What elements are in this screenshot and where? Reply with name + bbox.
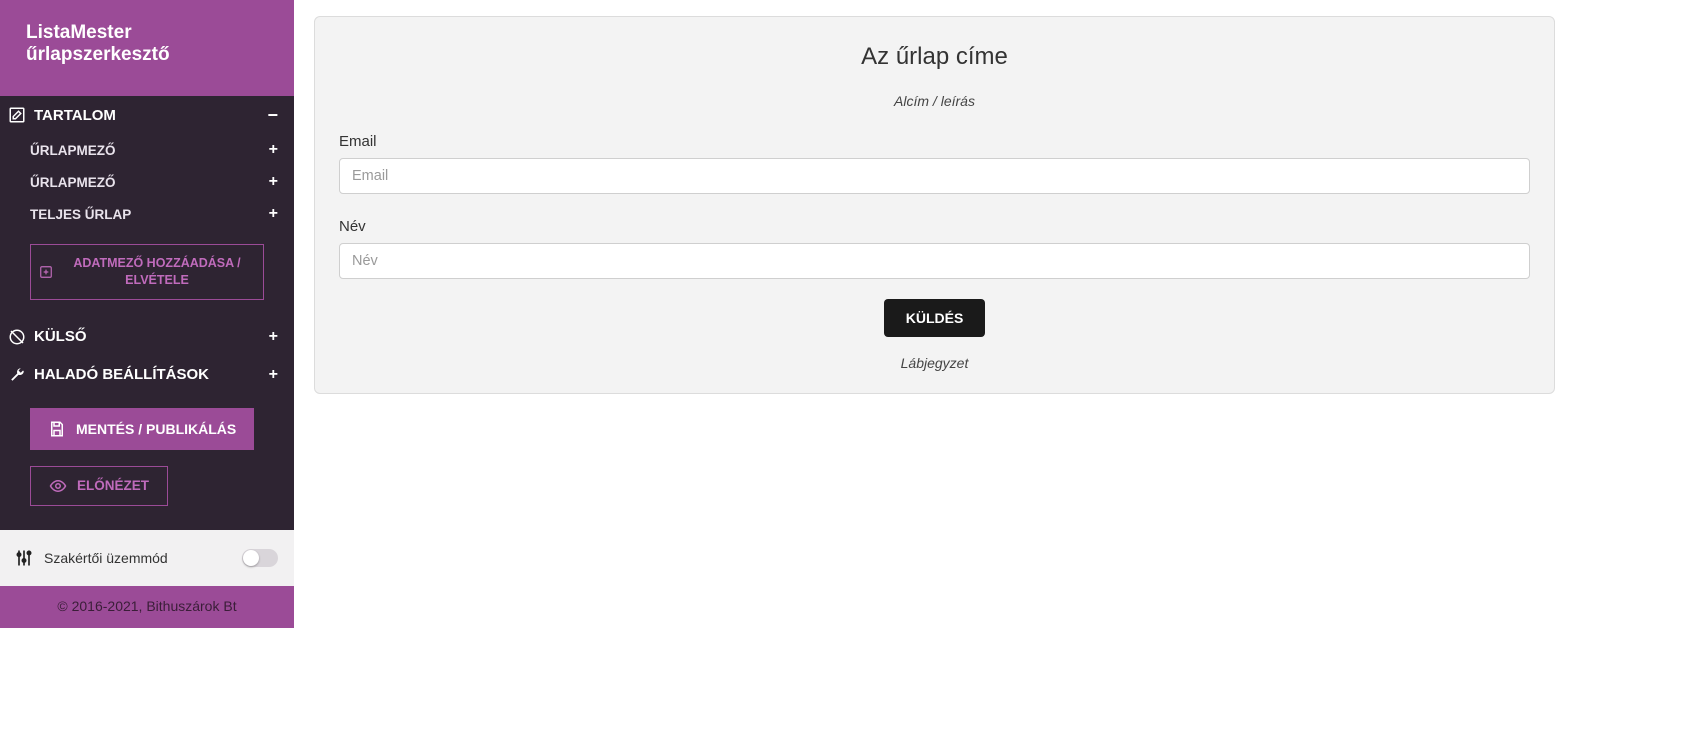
section-header-content[interactable]: TARTALOM −: [0, 96, 294, 134]
plus-icon: +: [269, 142, 278, 158]
plus-icon: +: [269, 174, 278, 190]
email-input[interactable]: [339, 158, 1530, 194]
section-header-label: HALADÓ BEÁLLÍTÁSOK: [34, 366, 209, 383]
form-footnote[interactable]: Lábjegyzet: [339, 355, 1530, 371]
expert-mode-toggle[interactable]: [242, 549, 278, 567]
form-subtitle[interactable]: Alcím / leírás: [339, 93, 1530, 109]
globe-slash-icon: [8, 328, 26, 346]
content-item-full-form[interactable]: TELJES ŰRLAP +: [0, 198, 294, 230]
section-header-appearance[interactable]: KÜLSŐ +: [0, 318, 294, 356]
content-item-label: ŰRLAPMEZŐ: [30, 143, 116, 158]
preview-button[interactable]: ELŐNÉZET: [30, 466, 168, 506]
edit-square-icon: [8, 106, 26, 124]
sidebar: ListaMester űrlapszerkesztő TARTALOM − Ű…: [0, 0, 294, 628]
expert-mode-label: Szakértői üzemmód: [44, 550, 168, 566]
form-field-email[interactable]: Email: [339, 133, 1530, 194]
content-item-formfield-2[interactable]: ŰRLAPMEZŐ +: [0, 166, 294, 198]
minus-icon: −: [267, 106, 278, 124]
name-input[interactable]: [339, 243, 1530, 279]
content-item-formfield-1[interactable]: ŰRLAPMEZŐ +: [0, 134, 294, 166]
form-field-name[interactable]: Név: [339, 218, 1530, 279]
preview-label: ELŐNÉZET: [77, 478, 149, 493]
sliders-icon: [14, 548, 34, 568]
add-remove-field-button[interactable]: ADATMEZŐ HOZZÁADÁSA / ELVÉTELE: [30, 244, 264, 300]
section-header-label: TARTALOM: [34, 107, 116, 124]
eye-icon: [49, 477, 67, 495]
submit-button[interactable]: KÜLDÉS: [884, 299, 986, 337]
plus-icon: +: [269, 206, 278, 222]
copyright-text: © 2016-2021, Bithuszárok Bt: [0, 586, 294, 628]
field-label: Név: [339, 218, 1530, 235]
app-title: ListaMester űrlapszerkesztő: [0, 0, 294, 96]
save-publish-button[interactable]: MENTÉS / PUBLIKÁLÁS: [30, 408, 254, 450]
section-header-label: KÜLSŐ: [34, 328, 87, 345]
expert-mode-row: Szakértői üzemmód: [0, 530, 294, 586]
add-remove-field-label: ADATMEZŐ HOZZÁADÁSA / ELVÉTELE: [59, 255, 255, 289]
content-item-label: ŰRLAPMEZŐ: [30, 175, 116, 190]
save-publish-label: MENTÉS / PUBLIKÁLÁS: [76, 421, 236, 437]
canvas: Az űrlap címe Alcím / leírás Email Név K…: [294, 0, 1707, 410]
save-disk-icon: [48, 420, 66, 438]
plus-icon: +: [269, 367, 278, 383]
plus-icon: +: [269, 329, 278, 345]
field-label: Email: [339, 133, 1530, 150]
content-item-label: TELJES ŰRLAP: [30, 207, 131, 222]
form-card[interactable]: Az űrlap címe Alcím / leírás Email Név K…: [314, 16, 1555, 394]
wrench-icon: [8, 366, 26, 384]
form-title[interactable]: Az űrlap címe: [339, 43, 1530, 71]
section-header-advanced[interactable]: HALADÓ BEÁLLÍTÁSOK +: [0, 356, 294, 394]
plus-square-icon: [39, 265, 53, 279]
